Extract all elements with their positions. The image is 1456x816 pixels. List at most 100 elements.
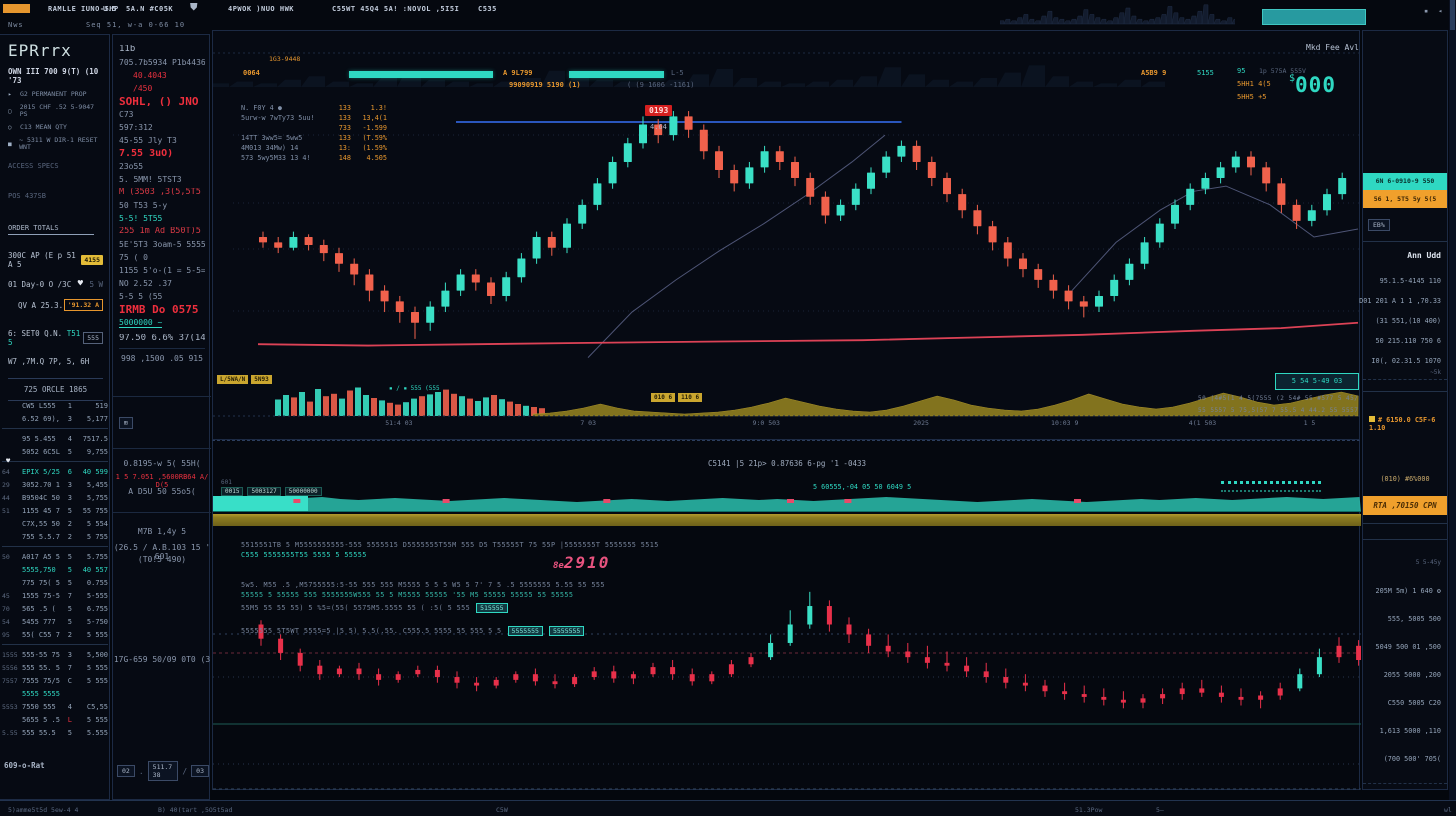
table-row[interactable]: C7X,55 5025 554 (2, 517, 108, 530)
menu-item-5[interactable]: C55WT 45Q4 5A! :NOVOL ,5I5I (332, 5, 459, 13)
menu-item-3[interactable]: 5A.N #C05K (126, 5, 173, 13)
quote-line[interactable]: 255 1m Ad B50T)5 (119, 227, 205, 236)
lower-para-4-badge-1[interactable]: 5555555 (508, 626, 543, 636)
table-row[interactable]: 5052 6C5L59,755 (2, 445, 108, 458)
quote-line[interactable]: 7.55 3uO) (119, 149, 205, 158)
table-row[interactable]: 5555,750 75540 557 (2, 563, 108, 576)
level-row[interactable]: C550 5005 C20 (1388, 699, 1441, 707)
quote-line[interactable]: 11b (119, 45, 205, 54)
quote-line[interactable]: 705.7b5934 P1b443699 (119, 58, 205, 67)
right-scroll-strip[interactable] (1449, 0, 1456, 816)
quote-line[interactable]: SOHL, () JNO (119, 97, 205, 106)
lower-para-4-badge-2[interactable]: 5555555 (549, 626, 584, 636)
table-row[interactable]: 9555( C55 7525 555 (2, 628, 108, 641)
quote-line[interactable]: 998 ,1500 .05 915 (119, 354, 205, 363)
quote-line[interactable]: M (3503 ,3(5,5T5 (119, 188, 205, 197)
account-row[interactable]: 95.1.5-4145 110 (1380, 277, 1441, 285)
quote-line[interactable]: IRMB Do 0575 010 (119, 305, 205, 314)
quote-line[interactable]: 75 ( 0 (119, 253, 205, 262)
session-indicator-button[interactable] (1262, 9, 1366, 25)
alert-badge[interactable]: 0193 (645, 105, 672, 116)
top-menu-bar: RAMLLE IUNO-5HP U.5 5A.N #C05K ⛊ 4PWOK )… (0, 0, 1456, 33)
button-mid[interactable]: 511.7 38 (148, 761, 179, 781)
stat-row4-badge[interactable]: 555 (83, 332, 103, 344)
level-row[interactable]: 555, 5005 500 (1388, 615, 1441, 623)
quote-line[interactable]: 50 T53 5-y (119, 201, 205, 210)
strategy-header-bar[interactable]: 56 1, 5T5 5y 5(5 (1363, 190, 1447, 208)
table-row[interactable]: 545455 777 5555-750 (2, 615, 108, 628)
level-row[interactable]: (700 500' 705( (1384, 755, 1441, 763)
quote-line[interactable]: NO 2.52 .37 (119, 279, 205, 288)
amber-highlight-row[interactable]: RTA ,70150 CPN (1363, 496, 1447, 515)
gear-icon[interactable]: ⚙ (1433, 587, 1441, 595)
scrollbar-thumb[interactable] (1450, 0, 1455, 30)
collapse-icon[interactable]: ◂ (1438, 7, 1442, 15)
table-row[interactable]: 5556555 55. 5%75 555 (2, 661, 108, 674)
sidebar-option-2[interactable]: ▢2015 CHF .52 5-9047 PS (8, 104, 103, 118)
account-row[interactable]: D01 201 A 1 1 ,70.33 (1359, 297, 1441, 305)
level-row[interactable]: 2055 5000 ,200 (1384, 671, 1441, 679)
eb-button[interactable]: EB% (1368, 219, 1390, 231)
mode-badge-1[interactable]: L/5WA/N (217, 375, 248, 384)
table-row[interactable]: 5555 5555 (2, 687, 108, 700)
chart-action-button[interactable]: 5 54 5-49 03 (1275, 373, 1359, 390)
table-row[interactable]: 775 75( 5550.755 (2, 576, 108, 589)
level-row[interactable]: 5049 500 01 ,500 (1376, 643, 1441, 651)
quote-line[interactable]: /450 (119, 84, 205, 93)
menu-item-6[interactable]: C535 (478, 5, 497, 13)
vol-badge-2[interactable]: 110 6 (678, 393, 702, 402)
button-03[interactable]: 03 (191, 765, 209, 777)
table-row[interactable]: 5655 5 .555L5 555 (2, 713, 108, 726)
table-row[interactable]: 6.52 69), 5(35,177 (2, 412, 108, 425)
account-row[interactable]: I0(, 02.31.5 1070 (1371, 357, 1441, 365)
table-row[interactable]: 64EPIX 5/250640 599 (2, 465, 108, 478)
position-header-bar[interactable]: 6N 6-0910-9 550 (1363, 173, 1447, 190)
table-row[interactable]: 55537550 555 15A4C5,55 (2, 700, 108, 713)
quote-line[interactable]: 23o55 (119, 162, 205, 171)
quote-line[interactable]: 597:312 (119, 123, 205, 132)
table-row[interactable]: 95 5.455 .3347517.5 (2, 432, 108, 445)
sidebar-option-3[interactable]: ○C13 MEAN QTY (8, 124, 103, 131)
news-label[interactable]: Nws (8, 21, 24, 29)
mode-badge-2[interactable]: 5N93 (251, 375, 271, 384)
menu-item-4[interactable]: 4PWOK )NUO HWK (228, 5, 294, 13)
table-row[interactable]: 293052.70 1 9535,455 (2, 478, 108, 491)
vol-badge-1[interactable]: 010 6 (651, 393, 675, 402)
menu-item-2[interactable]: U.5 (103, 5, 117, 13)
grid-tool-button[interactable]: ⊞ (119, 417, 133, 429)
level-row[interactable]: 1,613 5000 ,110 (1380, 727, 1441, 735)
table-row[interactable]: 70565 .5 ( 5056.755 (2, 602, 108, 615)
table-row[interactable]: 5.55555 55.5 5555.555 (2, 726, 108, 739)
table-row[interactable]: 755 5.5.7525 755 (2, 530, 108, 543)
table-row[interactable]: 511155 45 70555 755 (2, 504, 108, 517)
quote-line[interactable]: 5E'5T3 3oam-5 5555 5 (119, 240, 205, 249)
quote-line[interactable]: C73 (119, 110, 205, 119)
main-candlestick-chart[interactable] (213, 31, 1361, 441)
table-row[interactable]: CW5 L555 751519 (2, 399, 108, 412)
quote-line[interactable]: 40.4043 (119, 71, 205, 80)
quote-line[interactable]: 1155 5'o-(1 = 5-5= :3 (119, 266, 205, 275)
stat-row1-badge[interactable]: 4155 (81, 255, 103, 265)
quote-line[interactable]: 5000000 ~ (119, 318, 162, 328)
sidebar-option-1[interactable]: ▸G2 PERMANENT PROP (8, 91, 103, 98)
table-row[interactable]: 44B9504C 5035,755 (2, 491, 108, 504)
lower-para-3-badge[interactable]: 515555 (476, 603, 507, 613)
table-row[interactable]: 50A017 A5 5%55.755 (2, 550, 108, 563)
quote-line[interactable]: 5. 5MM! 5TST3 (119, 175, 205, 184)
alert-row[interactable]: # 6150.0 C5F-6 1.10 (1369, 416, 1447, 432)
level-row[interactable]: 205M 5m) 1 640 ⚙ (1376, 587, 1441, 595)
stat-row3-badge[interactable]: '91.32 A (64, 299, 103, 311)
sidebar-option-4[interactable]: ■~ 5311 W DIR-1 RESET WNT (8, 137, 103, 151)
button-02[interactable]: 02 (117, 765, 135, 777)
quote-line[interactable]: 5-5 5 (55 (119, 292, 205, 301)
quote-line[interactable]: 5-5! 5T55 (119, 214, 205, 223)
quote-line[interactable]: 97.50 6.6% 37(14.6 (119, 334, 205, 343)
heart-icon[interactable]: ♥ (78, 279, 83, 289)
window-icon[interactable]: ▪ (1424, 7, 1428, 15)
account-row[interactable]: 50 215.110 750 6 (1376, 337, 1441, 345)
table-row[interactable]: 451555 75-5575-555 (2, 589, 108, 602)
table-row[interactable]: 75577555 75/55C5 555 (2, 674, 108, 687)
quote-line[interactable]: 45-55 Jly T3 (119, 136, 205, 145)
table-row[interactable]: 1555555-55 75535,500 (2, 648, 108, 661)
account-row[interactable]: (31 551,(10 400) (1376, 317, 1441, 325)
